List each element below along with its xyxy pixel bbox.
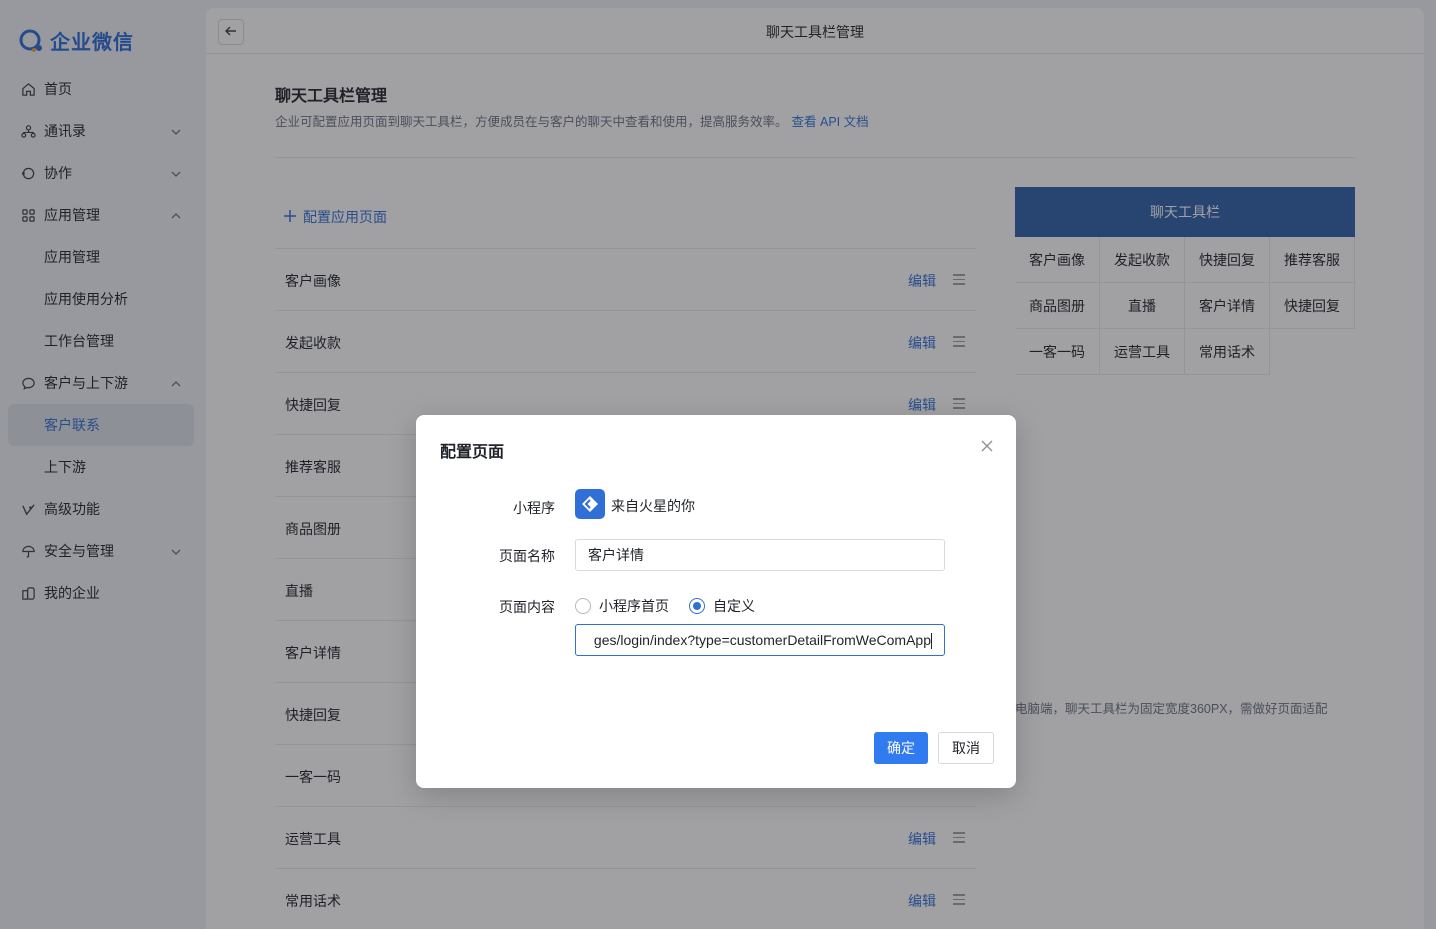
page-url-input[interactable]: ges/login/index?type=customerDetailFromW… [575, 624, 945, 656]
dialog-title: 配置页面 [440, 444, 505, 461]
page-name-input[interactable]: 客户详情 [575, 539, 945, 571]
close-icon[interactable] [980, 439, 994, 453]
radio-circle-selected[interactable] [689, 598, 705, 614]
radio-custom[interactable]: 自定义 [689, 596, 755, 616]
confirm-button[interactable]: 确定 [874, 732, 928, 764]
page-name-label: 页面名称 [499, 548, 555, 564]
page-name-value: 客户详情 [588, 547, 644, 563]
radio-miniprogram-home[interactable]: 小程序首页 [575, 596, 669, 616]
cancel-button[interactable]: 取消 [938, 732, 994, 764]
radio-label: 自定义 [713, 598, 755, 614]
page-url-value: ges/login/index?type=customerDetailFromW… [593, 632, 932, 650]
url-text: ges/login/index?type=customerDetailFromW… [593, 632, 931, 648]
configure-page-dialog: 配置页面 小程序 来自火星的你 页面名称 客户详情 页面内容 小程序首页 自定义… [416, 415, 1016, 788]
page-content-label: 页面内容 [499, 599, 555, 615]
radio-label: 小程序首页 [599, 598, 669, 614]
miniprogram-label: 小程序 [513, 500, 555, 516]
radio-circle[interactable] [575, 598, 591, 614]
miniprogram-logo-icon [575, 489, 605, 519]
text-caret [931, 633, 932, 650]
miniprogram-name: 来自火星的你 [611, 498, 695, 514]
